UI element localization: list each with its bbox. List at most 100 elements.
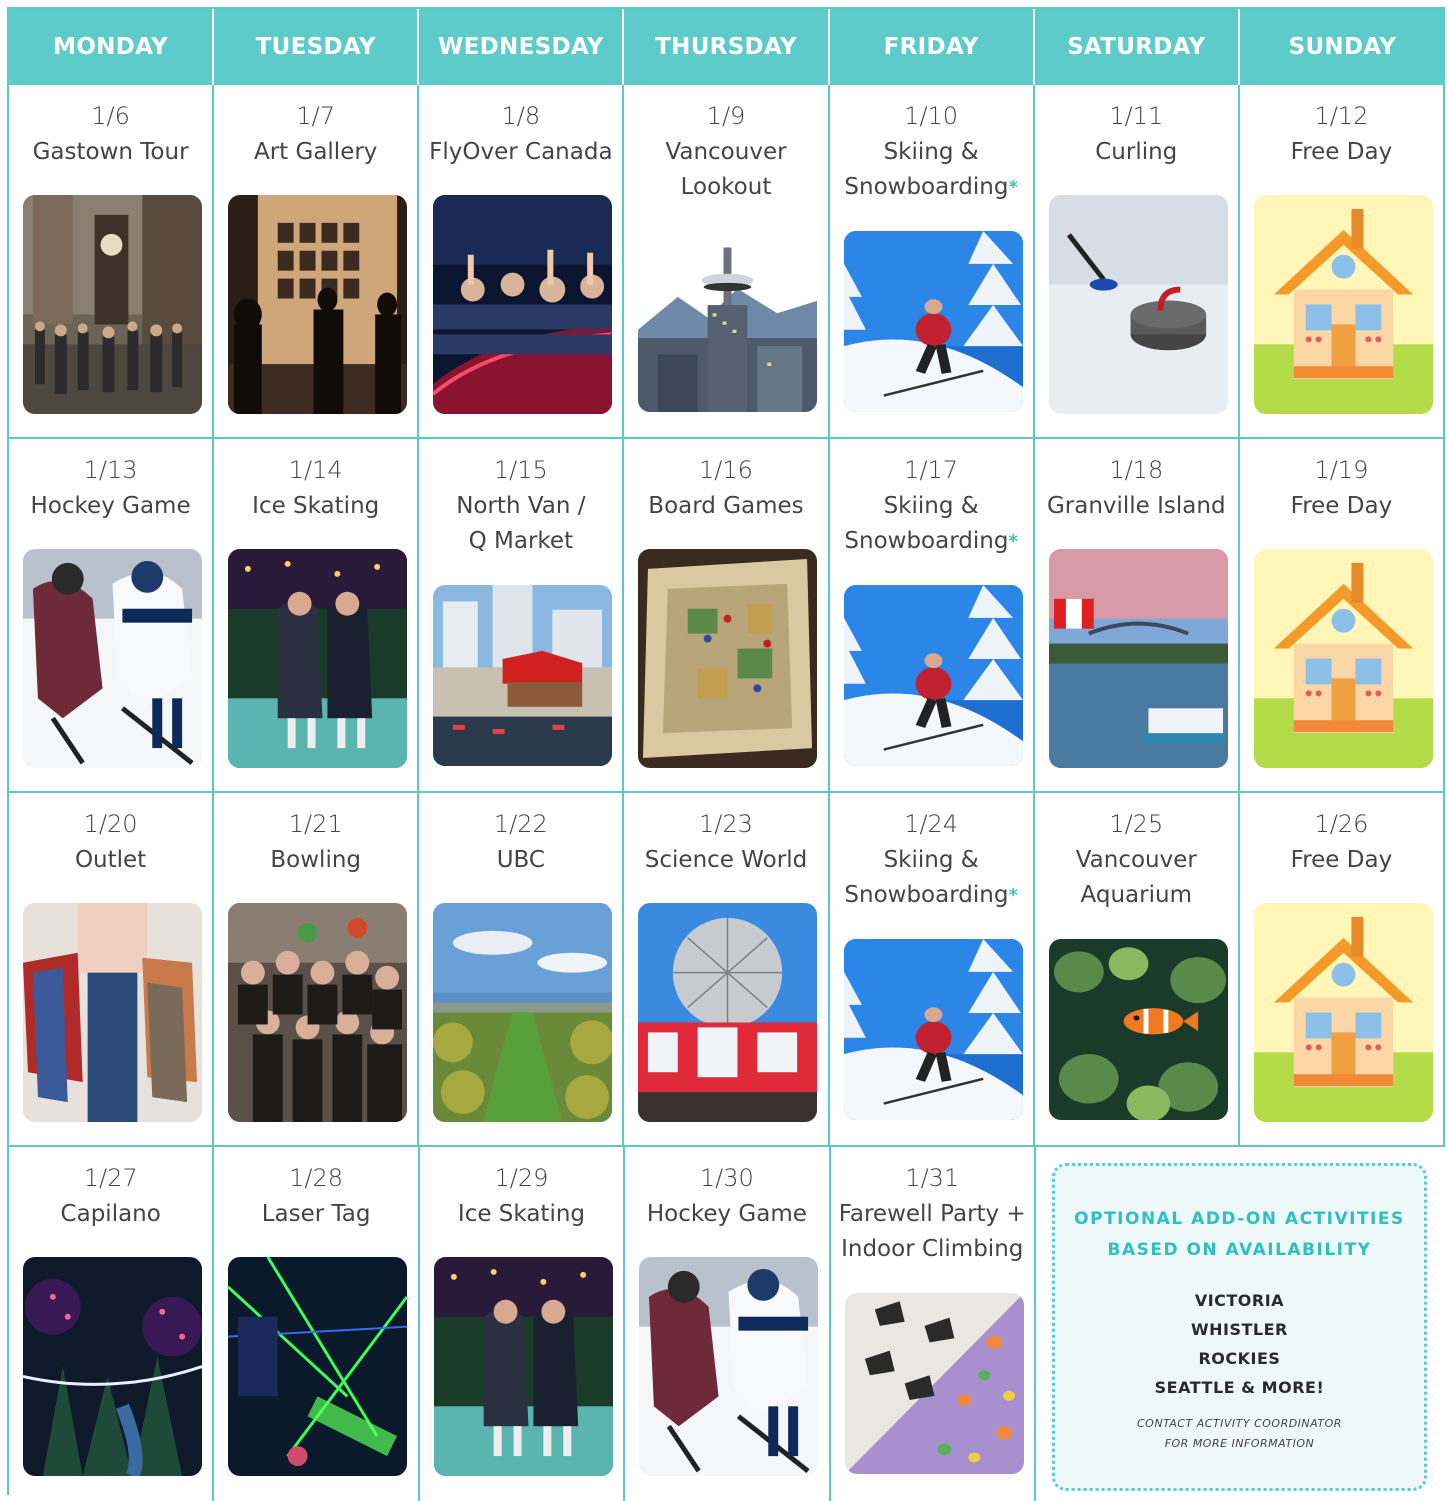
- addon-item: SEATTLE & MORE!: [1154, 1378, 1325, 1397]
- day-cell: 1/22 UBC: [419, 793, 625, 1145]
- asterisk-marker: *: [1008, 177, 1018, 198]
- day-activity: Hockey Game: [27, 489, 195, 524]
- day-cell: 1/27 Capilano: [9, 1147, 215, 1501]
- bowling-photo: [228, 903, 408, 1122]
- day-cell: 1/7 Art Gallery: [214, 85, 420, 437]
- day-cell: 1/15 North Van / Q Market: [419, 439, 625, 791]
- hockey-photo: [639, 1257, 819, 1476]
- activity-label: Science World: [644, 847, 808, 873]
- day-date: 1/13: [83, 456, 138, 484]
- ice-skating-photo: [433, 1257, 613, 1476]
- day-cell: 1/25 Vancouver Aquarium: [1035, 793, 1240, 1145]
- activity-label: UBC: [496, 847, 545, 873]
- day-activity: Farewell Party + Indoor Climbing: [835, 1197, 1030, 1267]
- activity-label: Farewell Party + Indoor Climbing: [838, 1201, 1026, 1262]
- addon-note-line: CONTACT ACTIVITY COORDINATOR: [1137, 1417, 1342, 1430]
- day-activity: Vancouver Aquarium: [1072, 843, 1201, 913]
- day-cell: 1/14 Ice Skating: [214, 439, 420, 791]
- day-activity: Board Games: [644, 489, 807, 524]
- capilano-photo: [23, 1257, 202, 1476]
- activity-label: Granville Island: [1046, 493, 1226, 519]
- day-cell: 1/12 Free Day: [1240, 85, 1445, 437]
- board-games-photo: [638, 549, 818, 768]
- calendar-weeks: 1/6 Gastown Tour 1/7 Art Gallery 1/8 FlyOver …: [9, 85, 1445, 1501]
- day-activity: Ice Skating: [454, 1197, 589, 1232]
- activity-label: Vancouver Aquarium: [1075, 847, 1197, 908]
- activity-label: Capilano: [60, 1201, 161, 1227]
- day-activity: Granville Island: [1043, 489, 1230, 524]
- day-date: 1/8: [501, 102, 541, 130]
- day-date: 1/6: [91, 102, 130, 130]
- vancouver-lookout-photo: [638, 231, 818, 412]
- day-date: 1/25: [1109, 810, 1164, 838]
- day-cell: 1/18 Granville Island: [1035, 439, 1240, 791]
- north-van-photo: [433, 585, 613, 766]
- day-activity: Free Day: [1287, 135, 1397, 170]
- activity-label: Laser Tag: [261, 1201, 371, 1227]
- day-activity: FlyOver Canada: [425, 135, 616, 170]
- addon-list: VICTORIA WHISTLER ROCKIES SEATTLE & MORE…: [1155, 1286, 1325, 1402]
- day-activity: Outlet: [71, 843, 150, 878]
- day-activity: Bowling: [266, 843, 365, 878]
- activity-label: Gastown Tour: [32, 139, 189, 165]
- aquarium-photo: [1048, 939, 1228, 1120]
- header-tuesday: TUESDAY: [214, 9, 420, 85]
- curling-photo: [1048, 195, 1228, 414]
- activity-label: Skiing & Snowboarding: [844, 139, 1009, 200]
- day-date: 1/10: [904, 102, 959, 130]
- day-activity: Skiing & Snowboarding*: [840, 489, 1021, 559]
- hockey-photo: [23, 549, 202, 768]
- granville-island-photo: [1048, 549, 1228, 768]
- activity-label: Curling: [1095, 139, 1178, 165]
- day-date: 1/18: [1109, 456, 1164, 484]
- week-row: 1/13 Hockey Game 1/14 Ice Skating 1/15 North …: [9, 439, 1445, 793]
- day-activity: Skiing & Snowboarding*: [840, 843, 1021, 913]
- day-date: 1/31: [905, 1164, 960, 1192]
- day-date: 1/21: [288, 810, 343, 838]
- weekday-header: MONDAY TUESDAY WEDNESDAY THURSDAY FRIDAY…: [9, 9, 1445, 85]
- skiing-photo: [843, 585, 1023, 766]
- ice-skating-photo: [228, 549, 408, 768]
- addon-item: ROCKIES: [1198, 1349, 1281, 1368]
- day-date: 1/27: [83, 1164, 138, 1192]
- ubc-photo: [433, 903, 613, 1122]
- day-activity: Skiing & Snowboarding*: [840, 135, 1021, 205]
- day-date: 1/17: [904, 456, 959, 484]
- house-illustration: [1253, 903, 1433, 1122]
- party-climbing-photo: [844, 1293, 1024, 1474]
- activity-label: Skiing & Snowboarding: [844, 847, 1009, 908]
- day-cell: 1/26 Free Day: [1240, 793, 1445, 1145]
- day-cell: 1/6 Gastown Tour: [9, 85, 215, 437]
- day-activity: Free Day: [1287, 843, 1397, 878]
- addon-cell: OPTIONAL ADD-ON ACTIVITIES BASED ON AVAI…: [1036, 1147, 1427, 1501]
- day-date: 1/22: [493, 810, 548, 838]
- day-cell: 1/24 Skiing & Snowboarding*: [830, 793, 1035, 1145]
- addon-item: WHISTLER: [1191, 1320, 1288, 1339]
- addon-title-line: BASED ON AVAILABILITY: [1107, 1240, 1372, 1260]
- day-date: 1/28: [289, 1164, 344, 1192]
- week-row: 1/20 Outlet 1/21 Bowling 1/22 UBC 1/23 Science …: [9, 793, 1445, 1147]
- day-cell: 1/29 Ice Skating: [420, 1147, 626, 1501]
- day-cell: 1/23 Science World: [624, 793, 830, 1145]
- day-cell: 1/30 Hockey Game: [625, 1147, 831, 1501]
- day-activity: North Van / Q Market: [452, 489, 589, 559]
- gastown-clock-photo: [23, 195, 202, 414]
- activity-label: FlyOver Canada: [429, 139, 613, 165]
- week-row: 1/6 Gastown Tour 1/7 Art Gallery 1/8 FlyOver …: [9, 85, 1445, 439]
- day-date: 1/16: [699, 456, 753, 484]
- day-cell: 1/19 Free Day: [1240, 439, 1445, 791]
- activity-label: Board Games: [648, 493, 804, 519]
- addon-note-line: FOR MORE INFORMATION: [1164, 1437, 1315, 1450]
- day-date: 1/19: [1314, 456, 1369, 484]
- laser-tag-photo: [228, 1257, 408, 1476]
- day-activity: Free Day: [1287, 489, 1397, 524]
- optional-addon-box: OPTIONAL ADD-ON ACTIVITIES BASED ON AVAI…: [1051, 1163, 1427, 1491]
- flyover-canada-photo: [433, 195, 613, 414]
- day-date: 1/14: [288, 456, 343, 484]
- activity-label: Hockey Game: [646, 1201, 807, 1227]
- day-activity: Curling: [1091, 135, 1181, 170]
- addon-note: CONTACT ACTIVITY COORDINATOR FOR MORE IN…: [1137, 1414, 1342, 1454]
- activity-label: Ice Skating: [457, 1201, 586, 1227]
- activity-label: Free Day: [1290, 139, 1393, 165]
- header-saturday: SATURDAY: [1035, 9, 1240, 85]
